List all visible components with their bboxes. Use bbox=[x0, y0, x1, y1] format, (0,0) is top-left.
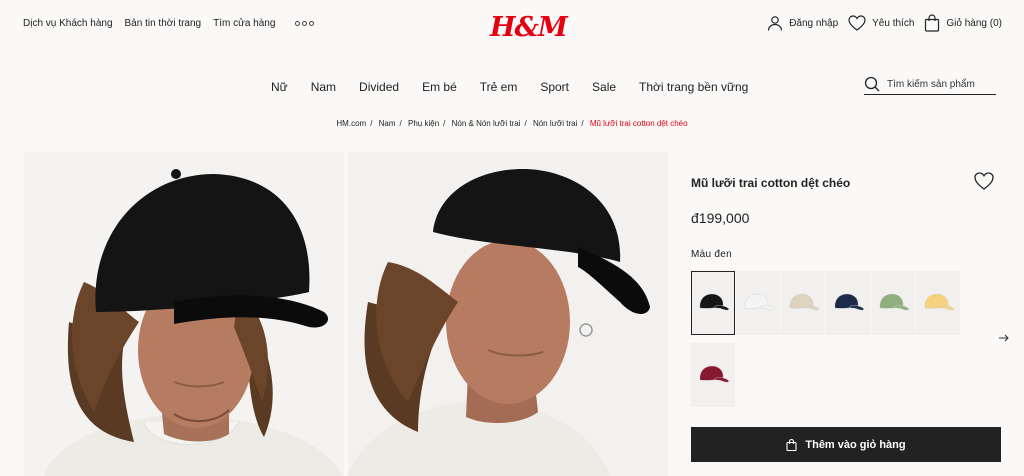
search-field[interactable]: Tìm kiếm sản phẩm bbox=[864, 74, 996, 95]
cap-icon bbox=[789, 293, 820, 311]
product-page: Dịch vụ Khách hàng Bản tin thời trang Tì… bbox=[0, 0, 1024, 476]
top-links: Dịch vụ Khách hàng Bản tin thời trang Tì… bbox=[23, 18, 315, 29]
heart-icon bbox=[848, 15, 866, 31]
breadcrumb-current: Mũ lưỡi trai cotton dệt chéo bbox=[589, 119, 688, 128]
login-link[interactable]: Đăng nhập bbox=[767, 15, 838, 31]
cart-link[interactable]: Giỏ hàng (0) bbox=[924, 14, 1002, 32]
color-swatch[interactable] bbox=[871, 271, 915, 335]
selected-color-label: Màu đen bbox=[691, 249, 733, 260]
breadcrumb: HM.com / Nam / Phụ kiện / Nón & Nón lưỡi tr… bbox=[336, 119, 688, 128]
top-bar: Dịch vụ Khách hàng Bản tin thời trang Tì… bbox=[0, 0, 1024, 48]
arrow-right-icon[interactable] bbox=[998, 331, 1010, 349]
cap-icon bbox=[699, 293, 730, 311]
customer-service-link[interactable]: Dịch vụ Khách hàng bbox=[23, 18, 113, 29]
shopping-bag-icon bbox=[786, 438, 797, 451]
color-swatch[interactable] bbox=[826, 271, 870, 335]
add-to-cart-button[interactable]: Thêm vào giỏ hàng bbox=[691, 427, 1001, 462]
cart-label: Giỏ hàng (0) bbox=[946, 17, 1002, 29]
cap-icon bbox=[699, 365, 730, 383]
breadcrumb-item[interactable]: Nón lưỡi trai bbox=[533, 119, 577, 128]
product-title: Mũ lưỡi trai cotton dệt chéo bbox=[691, 176, 851, 190]
hm-logo[interactable]: H&M bbox=[490, 12, 568, 43]
cap-icon bbox=[834, 293, 865, 311]
product-image-front[interactable] bbox=[24, 152, 344, 476]
color-swatch[interactable] bbox=[736, 271, 780, 335]
nav-item-divided[interactable]: Divided bbox=[359, 80, 399, 94]
nav-item-baby[interactable]: Em bé bbox=[422, 80, 457, 94]
add-to-favorites-button[interactable] bbox=[974, 172, 994, 195]
heart-icon bbox=[974, 172, 994, 190]
more-icon[interactable] bbox=[295, 21, 315, 26]
nav-item-men[interactable]: Nam bbox=[311, 80, 336, 94]
breadcrumb-item[interactable]: Nón & Nón lưỡi trai bbox=[452, 119, 521, 128]
search-placeholder: Tìm kiếm sản phẩm bbox=[887, 78, 975, 90]
cap-icon bbox=[924, 293, 955, 311]
main-nav: Nữ Nam Divided Em bé Trẻ em Sport Sale T… bbox=[271, 80, 771, 94]
breadcrumb-item[interactable]: Nam bbox=[379, 119, 396, 128]
cap-icon bbox=[879, 293, 910, 311]
nav-item-sustainability[interactable]: Thời trang bền vững bbox=[639, 80, 748, 94]
breadcrumb-item[interactable]: HM.com bbox=[336, 119, 366, 128]
favorites-label: Yêu thích bbox=[872, 17, 915, 29]
search-icon bbox=[864, 76, 880, 92]
color-swatch[interactable] bbox=[916, 271, 960, 335]
cap-icon bbox=[744, 293, 775, 311]
color-swatch[interactable] bbox=[781, 271, 825, 335]
product-price: đ199,000 bbox=[691, 210, 750, 226]
nav-item-sport[interactable]: Sport bbox=[540, 80, 569, 94]
nav-item-sale[interactable]: Sale bbox=[592, 80, 616, 94]
nav-item-women[interactable]: Nữ bbox=[271, 80, 288, 94]
favorites-link[interactable]: Yêu thích bbox=[848, 15, 914, 31]
store-locator-link[interactable]: Tìm cửa hàng bbox=[213, 18, 275, 29]
newsletter-link[interactable]: Bản tin thời trang bbox=[125, 18, 202, 29]
user-icon bbox=[768, 16, 783, 31]
shopping-bag-icon bbox=[925, 14, 940, 32]
breadcrumb-item[interactable]: Phụ kiện bbox=[408, 119, 439, 128]
add-to-cart-label: Thêm vào giỏ hàng bbox=[805, 438, 906, 451]
login-label: Đăng nhập bbox=[789, 17, 839, 29]
account-links: Đăng nhập Yêu thích Giỏ hàng (0) bbox=[757, 14, 1002, 32]
color-swatch[interactable] bbox=[691, 271, 735, 335]
color-swatch[interactable] bbox=[691, 343, 735, 407]
nav-item-kids[interactable]: Trẻ em bbox=[480, 80, 518, 94]
product-image-side[interactable] bbox=[348, 152, 668, 476]
